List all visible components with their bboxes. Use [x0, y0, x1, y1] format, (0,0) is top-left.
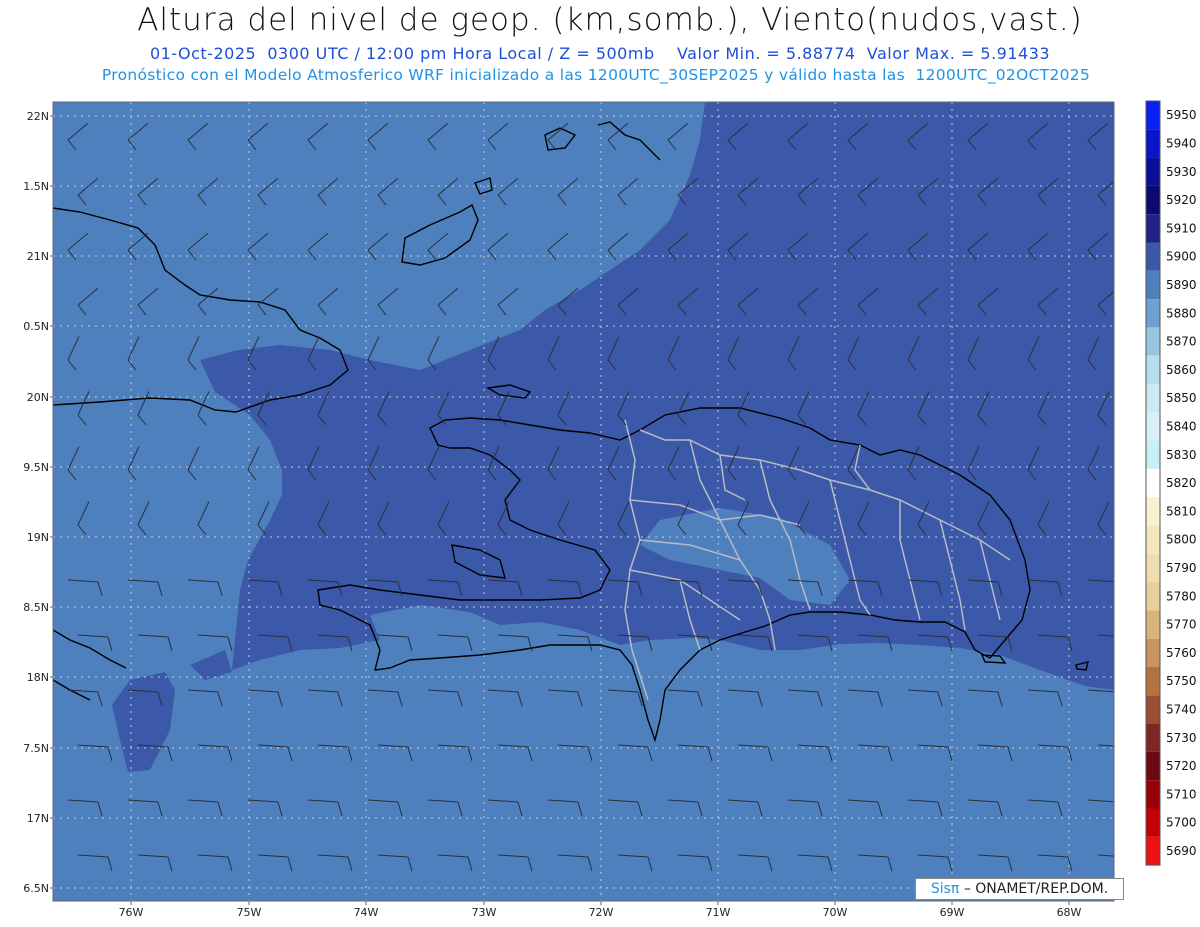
lat-label: 18N: [27, 671, 49, 684]
lat-label: 8.5N: [23, 601, 49, 614]
lon-label: 68W: [1057, 906, 1082, 919]
colorbar-swatch: [1146, 270, 1160, 300]
colorbar-label: 5720: [1166, 759, 1197, 773]
colorbar-swatch: [1146, 412, 1160, 441]
colorbar-label: 5860: [1166, 363, 1197, 377]
colorbar-swatch: [1146, 695, 1160, 724]
lat-label: 9.5N: [23, 461, 49, 474]
colorbar-swatch: [1146, 808, 1160, 837]
colorbar-label: 5750: [1166, 674, 1197, 688]
colorbar-swatch: [1146, 610, 1160, 639]
colorbar-swatch: [1146, 553, 1160, 583]
colorbar-label: 5930: [1166, 165, 1197, 179]
lon-label: 75W: [237, 906, 262, 919]
credit-text: – ONAMET/REP.DOM.: [963, 881, 1109, 897]
colorbar-label: 5740: [1166, 702, 1197, 716]
colorbar-swatch: [1146, 667, 1160, 696]
colorbar-label: 5760: [1166, 646, 1197, 660]
credit-box: Sisπ – ONAMET/REP.DOM.: [915, 878, 1124, 900]
colorbar-swatch: [1146, 468, 1160, 498]
colorbar-swatch: [1146, 582, 1160, 611]
lat-label: 7.5N: [23, 742, 49, 755]
colorbar-label: 5810: [1166, 504, 1197, 518]
colorbar-label: 5890: [1166, 278, 1197, 292]
colorbar-label: 5730: [1166, 731, 1197, 745]
colorbar-swatch: [1146, 723, 1160, 752]
colorbar-label: 5910: [1166, 221, 1197, 235]
colorbar-swatch: [1146, 638, 1160, 667]
colorbar-swatch: [1146, 525, 1160, 554]
colorbar-swatch: [1146, 780, 1160, 809]
lon-label: 73W: [472, 906, 497, 919]
colorbar-label: 5840: [1166, 419, 1197, 433]
lon-label: 74W: [354, 906, 379, 919]
colorbar-label: 5710: [1166, 787, 1197, 801]
lon-label: 76W: [119, 906, 144, 919]
colorbar-label: 5820: [1166, 476, 1197, 490]
lat-label: 6.5N: [23, 882, 49, 895]
colorbar-label: 5790: [1166, 561, 1197, 575]
colorbar-swatch: [1146, 355, 1160, 384]
lon-label: 71W: [706, 906, 731, 919]
longitude-axis: 76W 75W 74W 73W 72W 71W 70W 69W 68W: [119, 906, 1082, 919]
colorbar-swatch: [1146, 129, 1160, 158]
lon-label: 69W: [940, 906, 965, 919]
colorbar-swatch: [1146, 242, 1160, 271]
colorbar-label: 5700: [1166, 816, 1197, 830]
lat-label: 22N: [27, 110, 49, 123]
lon-label: 72W: [589, 906, 614, 919]
lat-label: 21N: [27, 250, 49, 263]
lat-label: 1.5N: [23, 180, 49, 193]
colorbar-swatch: [1146, 384, 1160, 413]
colorbar-swatch: [1146, 497, 1160, 526]
colorbar-label: 5690: [1166, 844, 1197, 858]
colorbar-label: 5940: [1166, 136, 1197, 150]
credit-brand: Sisπ: [930, 881, 960, 897]
colorbar-swatch: [1146, 157, 1160, 186]
colorbar-label: 5870: [1166, 335, 1197, 349]
colorbar-label: 5780: [1166, 589, 1197, 603]
colorbar-label: 5880: [1166, 306, 1197, 320]
colorbar: 5950 5940 5930 5920 5910 5900 5890 5880 5870 5860…: [1145, 100, 1197, 866]
lat-label: 0.5N: [23, 320, 49, 333]
colorbar-swatch: [1146, 327, 1160, 356]
lon-label: 70W: [823, 906, 848, 919]
colorbar-swatch: [1146, 440, 1160, 469]
colorbar-label: 5900: [1166, 250, 1197, 264]
lat-label: 19N: [27, 531, 49, 544]
colorbar-label: 5800: [1166, 533, 1197, 547]
lat-label: 17N: [27, 812, 49, 825]
lat-label: 20N: [27, 391, 49, 404]
colorbar-swatch: [1146, 185, 1160, 215]
colorbar-swatch: [1146, 836, 1160, 866]
colorbar-label: 5920: [1166, 193, 1197, 207]
latitude-axis: 22N 1.5N 21N 0.5N 20N 9.5N 19N 8.5N 18N …: [23, 110, 49, 895]
colorbar-swatch: [1146, 101, 1160, 130]
colorbar-label: 5770: [1166, 618, 1197, 632]
colorbar-label: 5850: [1166, 391, 1197, 405]
colorbar-swatch: [1146, 214, 1160, 243]
colorbar-swatch: [1146, 751, 1160, 781]
colorbar-label: 5950: [1166, 108, 1197, 122]
colorbar-swatch: [1146, 299, 1160, 328]
colorbar-label: 5830: [1166, 448, 1197, 462]
weather-map: 22N 1.5N 21N 0.5N 20N 9.5N 19N 8.5N 18N …: [23, 100, 1197, 919]
